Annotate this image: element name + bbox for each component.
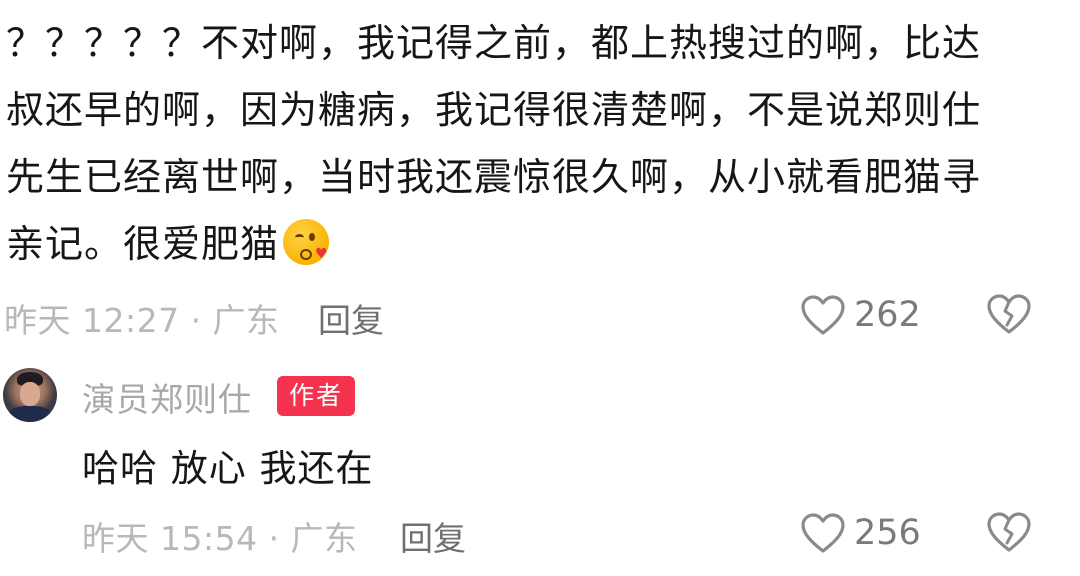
reply-reply-button[interactable]: 回复 bbox=[400, 512, 466, 560]
author-avatar[interactable] bbox=[3, 368, 57, 422]
comment-meta-row: 昨天 12:27 · 广东 回复 262 bbox=[0, 290, 1080, 340]
broken-heart-icon[interactable] bbox=[986, 293, 1032, 335]
comment-reply-button[interactable]: 回复 bbox=[318, 294, 384, 342]
comment-time-location: 昨天 12:27 · 广东 bbox=[4, 301, 280, 340]
author-name[interactable]: 演员郑则仕 bbox=[82, 373, 252, 421]
reply-like-button[interactable]: 256 bbox=[800, 508, 921, 558]
comment-body: ？？？？？不对啊，我记得之前，都上热搜过的啊，比达叔还早的啊，因为糖病，我记得很… bbox=[6, 10, 1016, 278]
comment-like-button[interactable]: 262 bbox=[800, 290, 921, 340]
comment-like-count: 262 bbox=[854, 295, 921, 335]
comment-text: ？？？？？不对啊，我记得之前，都上热搜过的啊，比达叔还早的啊，因为糖病，我记得很… bbox=[6, 21, 982, 266]
reply-like-count: 256 bbox=[854, 513, 921, 553]
heart-outline-icon bbox=[801, 295, 845, 335]
author-badge: 作者 bbox=[277, 376, 355, 416]
kissing-face-emoji-icon: ♥ bbox=[283, 219, 330, 265]
heart-outline-icon bbox=[801, 513, 845, 553]
reply-text: 哈哈 放心 我还在 bbox=[82, 447, 374, 490]
broken-heart-icon[interactable] bbox=[986, 511, 1032, 553]
reply-meta-row: 昨天 15:54 · 广东 回复 256 bbox=[0, 508, 1080, 558]
reply-time-location: 昨天 15:54 · 广东 bbox=[82, 519, 358, 558]
